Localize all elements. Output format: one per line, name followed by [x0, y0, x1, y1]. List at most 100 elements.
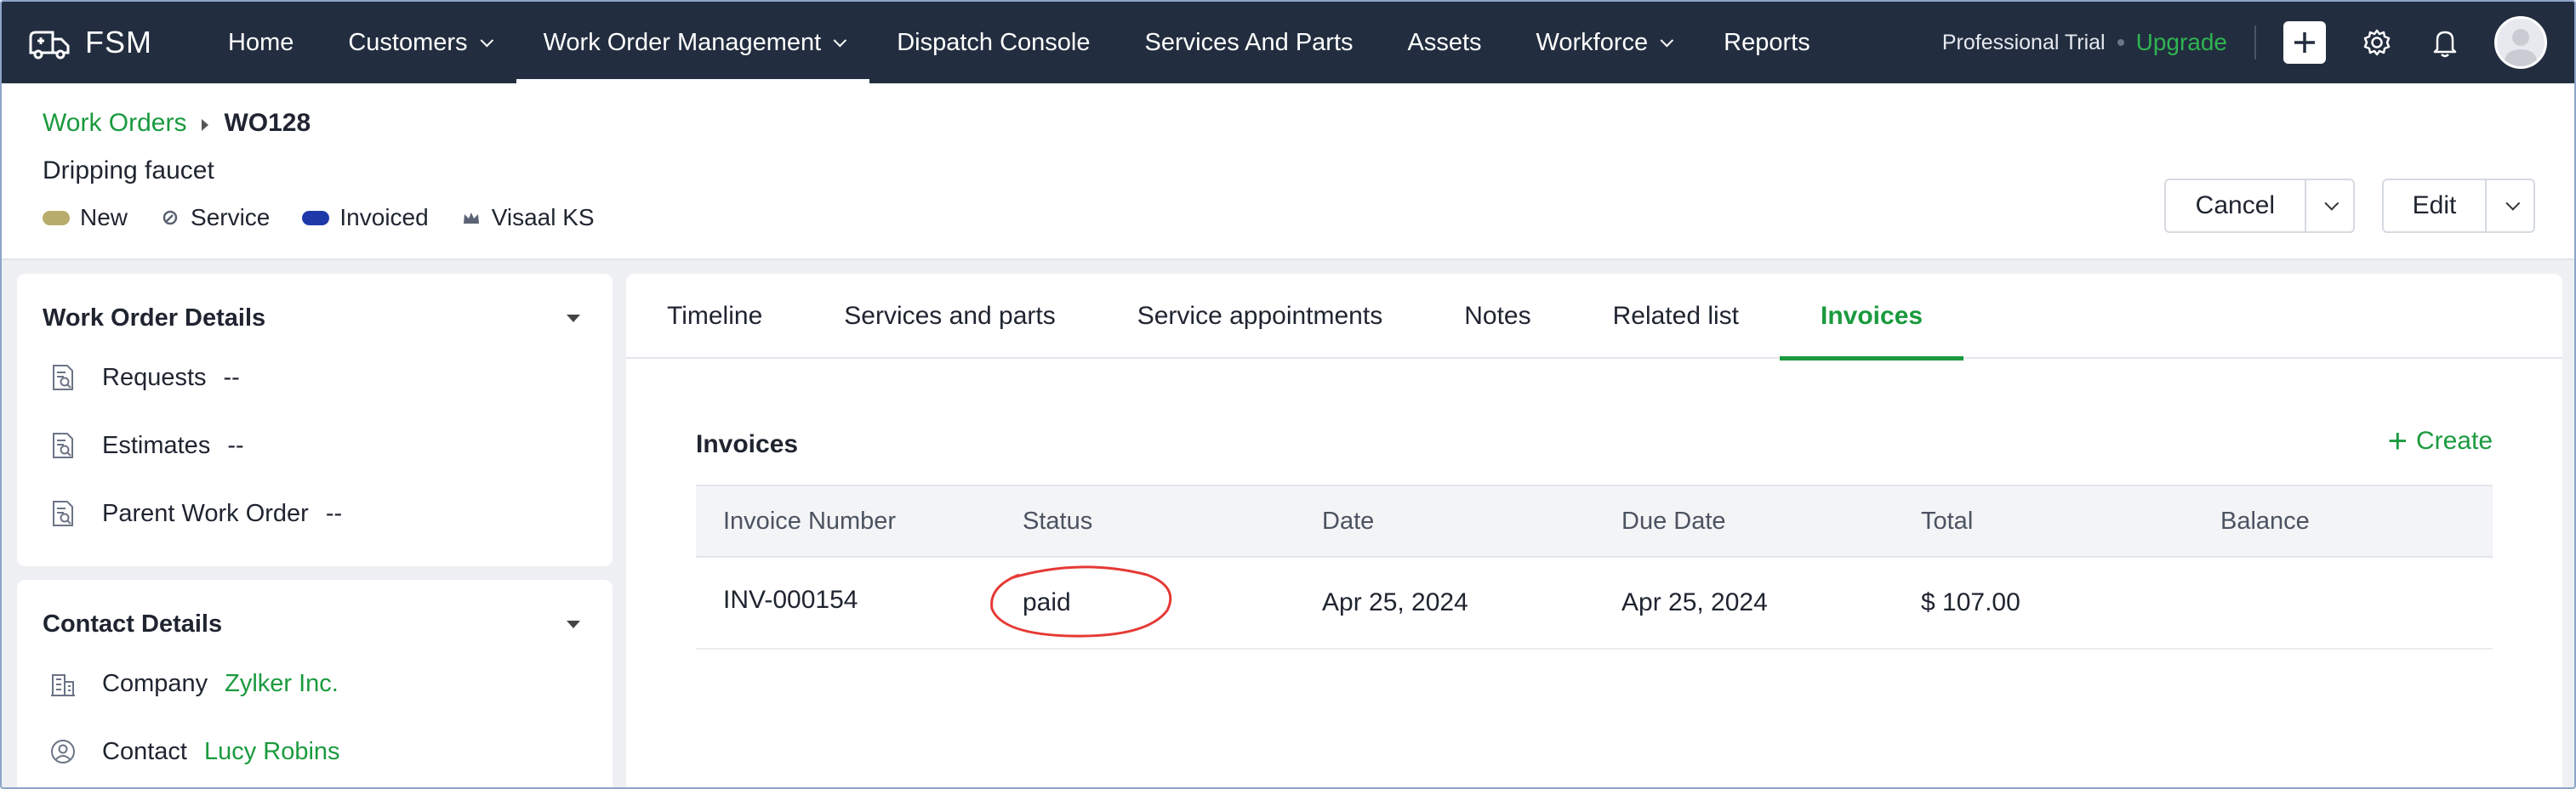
contact-link[interactable]: Lucy Robins — [204, 738, 340, 766]
column-header-total: Total — [1921, 507, 1974, 535]
separator-dot — [2117, 39, 2124, 46]
cancel-button[interactable]: Cancel — [2166, 180, 2305, 231]
estimates-value: -- — [227, 431, 244, 459]
tab-related-list[interactable]: Related list — [1572, 274, 1780, 359]
breadcrumb-work-orders-link[interactable]: Work Orders — [43, 109, 186, 138]
status-tags: New Service Invoiced Visaal KS — [43, 204, 627, 231]
company-label: Company — [102, 669, 208, 697]
parent-work-order-label: Parent Work Order — [102, 499, 309, 527]
nav-home-label: Home — [228, 28, 294, 56]
status-pill-icon — [43, 210, 70, 225]
invoices-section-title: Invoices — [696, 430, 799, 458]
upgrade-link[interactable]: Upgrade — [2136, 29, 2227, 56]
building-icon — [51, 674, 75, 696]
nav-customers-label: Customers — [348, 28, 468, 56]
quick-create-button[interactable] — [2283, 21, 2326, 64]
requests-row: Requests -- — [48, 362, 240, 393]
column-header-invoice-number: Invoice Number — [723, 507, 897, 535]
bell-icon — [2433, 31, 2457, 58]
nav-assets-label: Assets — [1407, 28, 1482, 56]
status-tag: New — [43, 204, 128, 231]
brand[interactable]: FSM — [27, 24, 189, 61]
notifications-button[interactable] — [2426, 24, 2464, 61]
contact-row: Contact Lucy Robins — [48, 736, 340, 767]
nav-reports[interactable]: Reports — [1696, 2, 1838, 83]
create-label: Create — [2415, 427, 2493, 455]
create-invoice-button[interactable]: + Create — [2387, 423, 2493, 460]
type-tag-label: Service — [191, 204, 271, 230]
plus-icon: + — [2387, 423, 2408, 460]
parent-work-order-value: -- — [325, 499, 343, 527]
date-cell: Apr 25, 2024 — [1322, 588, 1468, 616]
invoices-table: Invoice Number Status Date Due Date Tota… — [696, 485, 2493, 650]
tab-service-appointments[interactable]: Service appointments — [1097, 274, 1424, 359]
status-value: paid — [1023, 588, 1071, 616]
nav-work-order-management-label: Work Order Management — [543, 28, 822, 56]
requests-value: -- — [223, 363, 240, 391]
nav-workforce[interactable]: Workforce — [1509, 2, 1697, 83]
chevron-down-icon — [2324, 196, 2339, 211]
cancel-dropdown-button[interactable] — [2304, 180, 2353, 231]
fsm-truck-logo-icon — [29, 31, 70, 60]
top-navigation-bar: FSM Home Customers Work Order Management… — [2, 2, 2574, 83]
app-window: FSM Home Customers Work Order Management… — [0, 0, 2576, 789]
owner-tag-label: Visaal KS — [491, 204, 595, 230]
user-circle-icon — [51, 740, 75, 763]
estimates-row: Estimates -- — [48, 430, 244, 461]
billing-tag: Invoiced — [302, 204, 429, 231]
panel-title: Work Order Details — [43, 304, 266, 332]
nav-dispatch-console-label: Dispatch Console — [897, 28, 1091, 56]
nav-work-order-management[interactable]: Work Order Management — [516, 2, 870, 83]
nav-dispatch-console[interactable]: Dispatch Console — [869, 2, 1117, 83]
nav-services-and-parts-label: Services And Parts — [1144, 28, 1354, 56]
tab-notes[interactable]: Notes — [1423, 274, 1571, 359]
column-header-due-date: Due Date — [1621, 507, 1726, 535]
plus-icon — [2294, 32, 2315, 53]
record-tabs: Timeline Services and parts Service appo… — [626, 274, 2562, 360]
column-header-balance: Balance — [2220, 507, 2310, 535]
main-content: Timeline Services and parts Service appo… — [626, 274, 2562, 787]
nav-assets[interactable]: Assets — [1381, 2, 1509, 83]
total-cell: $ 107.00 — [1921, 588, 2020, 616]
company-link[interactable]: Zylker Inc. — [225, 670, 339, 698]
estimates-label: Estimates — [102, 431, 211, 459]
chevron-down-icon — [2505, 196, 2520, 211]
company-row: Company Zylker Inc. — [48, 668, 339, 699]
document-search-icon — [53, 501, 73, 526]
edit-dropdown-button[interactable] — [2485, 180, 2533, 231]
caret-right-icon — [202, 119, 209, 131]
breadcrumb-current: WO128 — [224, 109, 311, 137]
work-order-summary: Dripping faucet — [43, 156, 214, 184]
edit-button-group: Edit — [2382, 179, 2535, 233]
tab-timeline[interactable]: Timeline — [626, 274, 803, 359]
chevron-down-icon — [480, 33, 493, 47]
panel-title: Contact Details — [43, 610, 223, 638]
column-header-status: Status — [1023, 507, 1093, 535]
collapse-caret-icon[interactable] — [567, 315, 580, 322]
invoiced-pill-icon — [302, 210, 330, 225]
nav-customers[interactable]: Customers — [321, 2, 516, 83]
owner-tag: Visaal KS — [461, 204, 595, 231]
nav-services-and-parts[interactable]: Services And Parts — [1118, 2, 1381, 83]
table-header-row: Invoice Number Status Date Due Date Tota… — [696, 485, 2493, 558]
settings-button[interactable] — [2358, 24, 2396, 61]
status-tag-label: New — [80, 204, 128, 230]
status-cell: paid — [990, 565, 1295, 638]
nav-home[interactable]: Home — [201, 2, 321, 83]
invoice-number-cell[interactable]: INV-000154 — [696, 586, 995, 615]
user-silhouette-icon — [2504, 29, 2538, 66]
table-row[interactable]: INV-000154 paid Apr 25, 2024 Apr 25, 202… — [696, 558, 2493, 650]
requests-label: Requests — [102, 363, 207, 391]
type-tag: Service — [160, 204, 270, 231]
tab-invoices[interactable]: Invoices — [1780, 274, 1964, 360]
annotation-circle — [990, 565, 1172, 638]
tab-services-and-parts[interactable]: Services and parts — [803, 274, 1096, 359]
nav-reports-label: Reports — [1724, 28, 1810, 56]
contact-label: Contact — [102, 737, 187, 765]
user-avatar[interactable] — [2494, 16, 2547, 69]
main-menu: Home Customers Work Order Management Dis… — [201, 2, 1838, 83]
edit-button[interactable]: Edit — [2384, 180, 2485, 231]
collapse-caret-icon[interactable] — [567, 621, 580, 628]
nav-workforce-label: Workforce — [1536, 28, 1649, 56]
due-date-cell: Apr 25, 2024 — [1621, 588, 1768, 616]
